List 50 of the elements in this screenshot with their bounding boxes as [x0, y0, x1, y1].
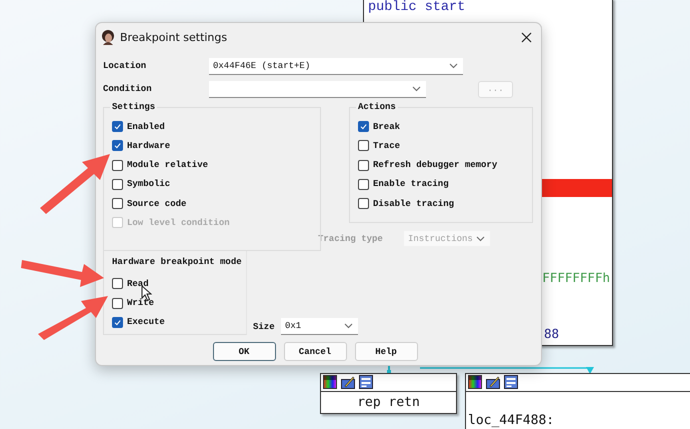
window-title: Breakpoint settings	[120, 30, 228, 44]
code-text: 88	[544, 326, 560, 341]
checkbox-label: Source code	[127, 198, 186, 209]
field-label: Size	[253, 322, 276, 332]
checkbox[interactable]	[358, 178, 369, 190]
chevron-down-icon	[344, 323, 353, 329]
dropdown[interactable]	[209, 80, 426, 98]
dropdown[interactable]: 0x44F46E (start+E)	[209, 58, 463, 74]
checkbox-label: Low level condition	[127, 218, 230, 228]
checkbox-label: Disable tracing	[373, 198, 454, 209]
checkbox-label: Enable tracing	[373, 179, 449, 190]
checkbox[interactable]	[112, 198, 123, 210]
code-text: FFFFFFFFh	[542, 270, 610, 285]
checkbox[interactable]	[358, 121, 369, 132]
checkbox-label: Break	[373, 122, 400, 132]
checkbox[interactable]	[358, 160, 369, 171]
dialog-button[interactable]: Cancel	[284, 342, 346, 361]
checkbox-label: Execute	[127, 317, 165, 328]
checkbox-label: Refresh debugger memory	[373, 160, 498, 170]
chevron-down-icon	[449, 62, 458, 68]
app-logo-icon	[101, 30, 115, 44]
checkbox[interactable]	[112, 121, 123, 132]
checkbox[interactable]	[112, 278, 123, 290]
close-icon	[520, 32, 532, 42]
checkbox-label: Trace	[373, 140, 400, 151]
checkbox-label: Symbolic	[127, 179, 170, 190]
checkbox[interactable]	[112, 178, 123, 190]
dialog-button[interactable]: OK	[212, 342, 276, 361]
checkbox[interactable]	[358, 198, 369, 210]
checkbox[interactable]	[358, 140, 369, 152]
code-line: rep retn	[357, 395, 420, 410]
code-line: public start	[368, 1, 466, 15]
checkbox-label: Write	[127, 298, 154, 308]
group-title: Hardware breakpoint mode	[112, 257, 243, 268]
checkbox-label: Enabled	[127, 122, 165, 132]
checkbox[interactable]	[112, 298, 123, 309]
checkbox[interactable]	[112, 160, 123, 171]
chevron-down-icon	[476, 236, 485, 242]
dialog-button[interactable]: Help	[354, 342, 418, 361]
group-title: Settings	[110, 102, 158, 113]
checkbox-label: Module relative	[127, 160, 208, 170]
dropdown[interactable]: 0x1	[281, 318, 358, 335]
chevron-down-icon	[412, 86, 421, 92]
checkbox-label: Hardware	[127, 140, 170, 151]
field-label: Location	[103, 61, 148, 71]
checkbox-label: Read	[127, 278, 149, 289]
field-label: Condition	[103, 84, 153, 94]
code-line: loc_44F488:	[468, 413, 554, 428]
checkbox[interactable]	[112, 140, 123, 152]
checkbox[interactable]	[112, 316, 123, 328]
